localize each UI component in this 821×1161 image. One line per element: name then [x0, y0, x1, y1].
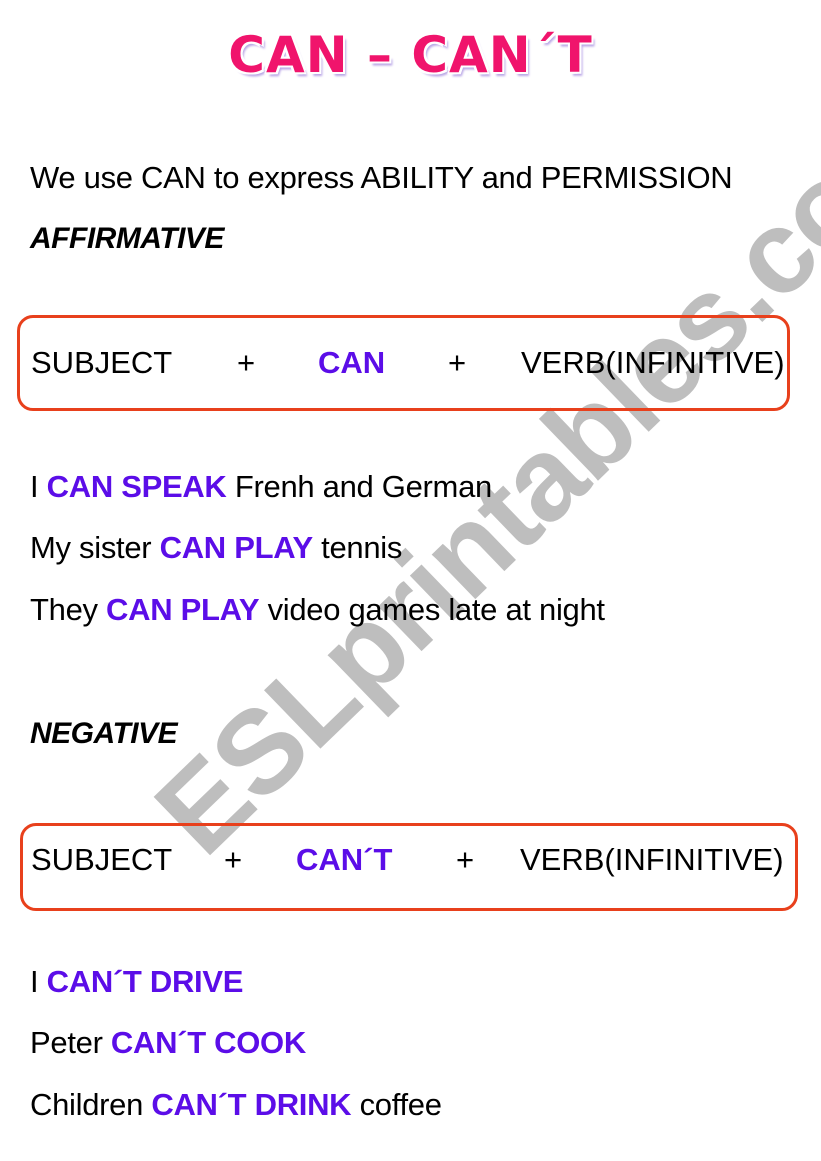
- negative-formula-box: SUBJECT + CAN´T + VERB(INFINITIVE): [20, 823, 798, 911]
- formula-plus: +: [237, 345, 256, 380]
- example-text: They: [30, 592, 107, 627]
- example-text: I: [30, 964, 47, 999]
- example-text: Children: [30, 1087, 152, 1122]
- formula-plus: +: [448, 345, 467, 380]
- formula-subject: SUBJECT: [31, 842, 173, 877]
- example-sentence: They CAN PLAY video games late at night: [30, 592, 605, 628]
- formula-modal: CAN´T: [296, 842, 393, 877]
- affirmative-formula-box: SUBJECT + CAN + VERB(INFINITIVE): [17, 315, 790, 411]
- example-text: I: [30, 469, 47, 504]
- example-sentence: I CAN´T DRIVE: [30, 964, 243, 1000]
- page-title: CAN – CAN´T: [228, 26, 593, 84]
- affirmative-heading: AFFIRMATIVE: [30, 222, 224, 255]
- formula-subject: SUBJECT: [31, 345, 173, 380]
- example-sentence: My sister CAN PLAY tennis: [30, 530, 402, 566]
- negative-heading: NEGATIVE: [30, 717, 178, 750]
- example-text: video games late at night: [259, 592, 605, 627]
- intro-text: We use CAN to express ABILITY and PERMIS…: [30, 160, 733, 195]
- example-keyword: CAN´T COOK: [110, 1025, 306, 1060]
- formula-verb: VERB(INFINITIVE): [520, 842, 784, 877]
- example-sentence: I CAN SPEAK Frenh and German: [30, 469, 492, 505]
- example-keyword: CAN SPEAK: [46, 469, 227, 504]
- example-keyword: CAN PLAY: [106, 592, 260, 627]
- example-sentence: Peter CAN´T COOK: [30, 1025, 306, 1061]
- example-sentence: Children CAN´T DRINK coffee: [30, 1087, 442, 1123]
- formula-plus: +: [224, 842, 243, 877]
- example-keyword: CAN PLAY: [159, 530, 314, 565]
- example-keyword: CAN´T DRIVE: [46, 964, 244, 999]
- example-text: tennis: [312, 530, 403, 565]
- formula-plus: +: [456, 842, 475, 877]
- example-text: Frenh and German: [226, 469, 492, 504]
- example-keyword: CAN´T DRINK: [151, 1087, 352, 1122]
- example-text: Peter: [30, 1025, 111, 1060]
- example-text: coffee: [351, 1087, 442, 1122]
- formula-verb: VERB(INFINITIVE): [521, 345, 785, 380]
- formula-modal: CAN: [318, 345, 386, 380]
- example-text: My sister: [30, 530, 160, 565]
